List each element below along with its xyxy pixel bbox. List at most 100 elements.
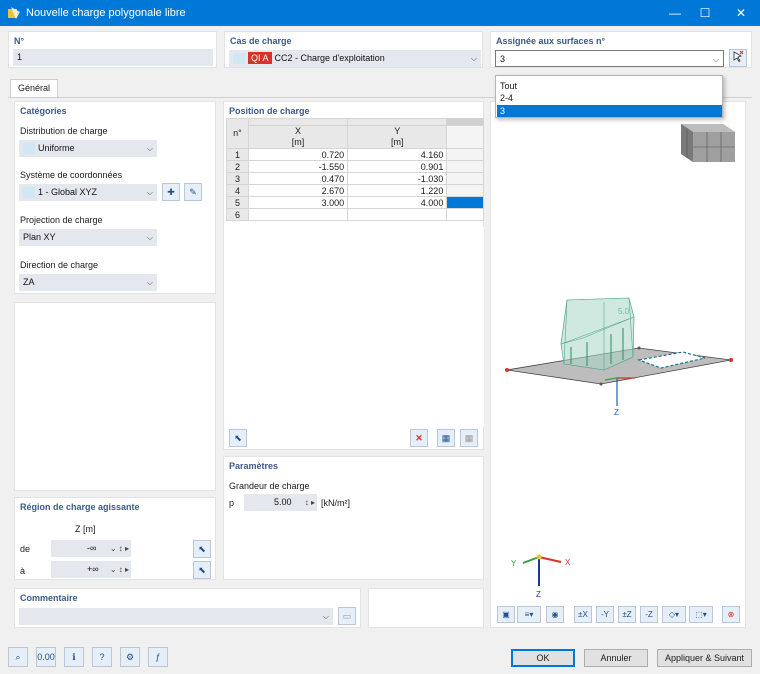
projection-value: Plan XY <box>23 232 56 242</box>
chevron-down-icon: ⌵ <box>322 612 329 621</box>
help-icon: ? <box>99 652 105 662</box>
table-row[interactable]: 3 0.470 -1.030 <box>226 172 484 185</box>
view-values-button[interactable]: ≡▾ <box>517 606 541 623</box>
parameters-panel: Paramètres Grandeur de charge p 5.00 ↕ ▸… <box>223 456 484 580</box>
view-z-button[interactable]: ±Z <box>618 606 636 623</box>
number-panel: N° 1 <box>8 31 217 68</box>
view-iso-button[interactable]: ◇▾ <box>662 606 686 623</box>
view-x-button[interactable]: ±X <box>574 606 592 623</box>
cell-y[interactable] <box>347 208 448 221</box>
from-input[interactable]: -∞ ⌄ ↕ ▸ <box>51 540 131 557</box>
assigned-option-3[interactable]: 3 <box>497 105 722 117</box>
view-cube-icon[interactable] <box>681 124 735 162</box>
view-reset-button[interactable]: ⊗ <box>722 606 740 623</box>
p-input[interactable]: 5.00 ↕ ▸ <box>244 494 317 511</box>
cell-x[interactable]: 2.670 <box>247 184 349 197</box>
help-footer-button[interactable]: ? <box>92 647 112 667</box>
to-input[interactable]: +∞ ⌄ ↕ ▸ <box>51 561 131 578</box>
view-z-icon: ±Z <box>622 610 632 619</box>
pick-surface-button[interactable] <box>729 49 747 67</box>
export-table-button[interactable]: ▦ <box>437 429 455 447</box>
maximize-button[interactable]: ☐ <box>688 0 722 26</box>
units-icon: 0.00 <box>37 652 55 662</box>
minimize-button[interactable]: — <box>658 0 692 26</box>
cell-y[interactable]: 4.000 <box>347 196 448 209</box>
settings-footer-button[interactable]: ⚙ <box>120 647 140 667</box>
table-export-icon: ▦ <box>441 433 451 443</box>
table-row[interactable]: 1 0.720 4.160 <box>226 148 484 161</box>
new-item-icon: ✚ <box>167 187 175 197</box>
assigned-label: Assignée aux surfaces n° <box>496 36 606 46</box>
coord-system-select[interactable]: 1 - Global XYZ ⌵ <box>19 184 157 201</box>
col-y-title: Y <box>394 126 401 136</box>
cell-x[interactable]: 0.720 <box>247 148 349 161</box>
view-minus-z-button[interactable]: -Z <box>640 606 658 623</box>
cell-y[interactable]: 1.220 <box>347 184 448 197</box>
position-panel: Position de charge n° X [m] Y [m] 1 0.720 4.… <box>223 101 484 450</box>
comment-aux-panel <box>368 588 484 628</box>
direction-select[interactable]: ZA ⌵ <box>19 274 157 291</box>
view-minus-y-button[interactable]: -Y <box>596 606 614 623</box>
chevron-down-icon: ⌵ <box>146 233 153 242</box>
assigned-select[interactable]: 3 ⌵ <box>495 50 724 67</box>
comment-library-button[interactable]: ▭ <box>338 607 356 625</box>
chevron-down-icon: ⌵ <box>146 188 153 197</box>
load-value-label: 5.0 <box>618 307 630 316</box>
table-row[interactable]: 4 2.670 1.220 <box>226 184 484 197</box>
number-field[interactable]: 1 <box>13 49 213 66</box>
delete-row-button[interactable]: ✕ <box>410 429 428 447</box>
cell-x[interactable] <box>247 208 349 221</box>
assigned-option-2-4[interactable]: 2-4 <box>497 92 722 104</box>
import-table-button[interactable]: ▦ <box>460 429 478 447</box>
region-panel: Région de charge agissante Z [m] de -∞ ⌄… <box>14 497 216 580</box>
cell-y[interactable]: 4.160 <box>347 148 448 161</box>
edit-item-icon: ✎ <box>189 187 197 197</box>
app-icon <box>8 7 20 19</box>
distribution-select[interactable]: Uniforme ⌵ <box>19 140 157 157</box>
tab-general[interactable]: Général <box>10 79 58 97</box>
pick-from-button[interactable]: ⬉ <box>193 540 211 558</box>
spin-arrows-icon: ⌄ ↕ ▸ <box>109 565 129 574</box>
formula-footer-button[interactable]: ƒ <box>148 647 168 667</box>
new-coord-system-button[interactable]: ✚ <box>162 183 180 201</box>
apply-next-button[interactable]: Appliquer & Suivant <box>657 649 752 667</box>
magnitude-label: Grandeur de charge <box>229 481 310 491</box>
pick-cursor-icon: ⬉ <box>234 433 242 443</box>
library-icon: ▭ <box>342 611 352 621</box>
render-icon: ◉ <box>551 610 559 619</box>
window-title: Nouvelle charge polygonale libre <box>26 7 186 19</box>
view-display-button[interactable]: ▣ <box>497 606 515 623</box>
load-case-select[interactable]: QI A CC2 - Charge d'exploitation ⌵ <box>229 50 481 67</box>
projection-select[interactable]: Plan XY ⌵ <box>19 229 157 246</box>
chevron-down-icon: ⌵ <box>146 278 153 287</box>
view-cube-button[interactable]: ⬚▾ <box>689 606 713 623</box>
edit-coord-system-button[interactable]: ✎ <box>184 183 202 201</box>
table-row[interactable]: 6 <box>226 208 484 221</box>
table-row[interactable]: 2 -1.550 0.901 <box>226 160 484 173</box>
assigned-option-all[interactable]: Tout <box>497 80 722 92</box>
cell-x[interactable]: 3.000 <box>247 196 349 209</box>
view-y-icon: -Y <box>601 610 609 619</box>
pick-points-button[interactable]: ⬉ <box>229 429 247 447</box>
search-footer-button[interactable]: ⌕ <box>8 647 28 667</box>
ok-button[interactable]: OK <box>511 649 575 667</box>
cell-y[interactable]: -1.030 <box>347 172 448 185</box>
search-icon: ⌕ <box>15 652 21 662</box>
cell-x[interactable]: -1.550 <box>247 160 349 173</box>
position-title: Position de charge <box>229 106 310 116</box>
cancel-button[interactable]: Annuler <box>584 649 648 667</box>
cell-y[interactable]: 0.901 <box>347 160 448 173</box>
row-number: 2 <box>226 160 249 173</box>
close-button[interactable]: ✕ <box>724 0 758 26</box>
model-3d-view[interactable]: 5.0 Z X Y Z <box>491 102 747 604</box>
view-render-button[interactable]: ◉ <box>546 606 564 623</box>
table-import-icon: ▦ <box>464 433 474 443</box>
table-row[interactable]: 5 3.000 4.000 <box>226 196 484 209</box>
direction-value: ZA <box>23 277 35 287</box>
units-footer-button[interactable]: 0.00 <box>36 647 56 667</box>
cell-x[interactable]: 0.470 <box>247 172 349 185</box>
pick-cursor-icon <box>733 50 744 63</box>
comment-input[interactable]: ⌵ <box>19 608 333 625</box>
pick-to-button[interactable]: ⬉ <box>193 561 211 579</box>
info-footer-button[interactable]: ℹ <box>64 647 84 667</box>
